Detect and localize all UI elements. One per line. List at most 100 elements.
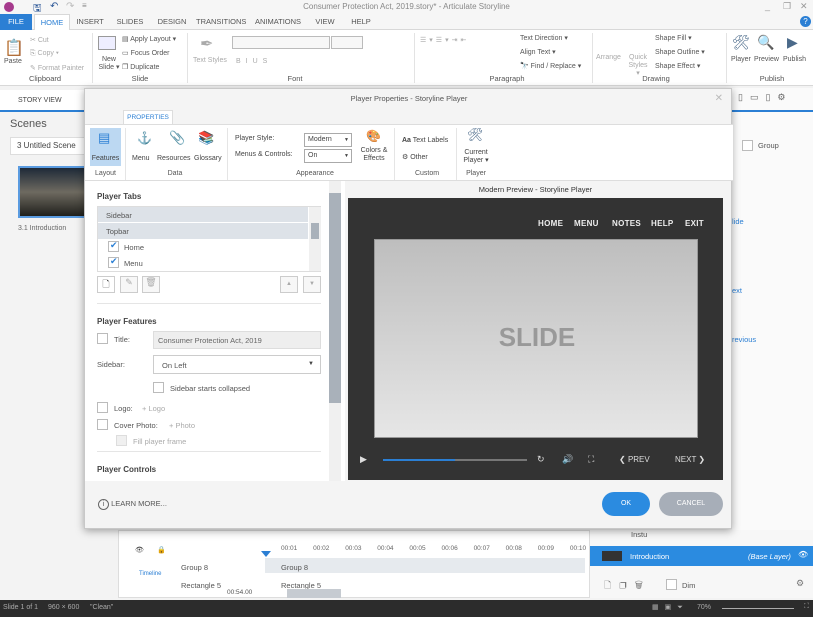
text-direction-button[interactable]: Text Direction ▾ (520, 34, 568, 42)
logo-checkbox[interactable] (97, 402, 108, 413)
font-size-select[interactable] (331, 36, 363, 49)
eye-icon[interactable]: 👁 (798, 550, 808, 559)
edit-tab-button[interactable]: ✎ (120, 276, 138, 293)
player-button[interactable]: Player (731, 56, 751, 63)
learn-more-link[interactable]: i LEARN MORE... (98, 499, 167, 510)
fullscreen-icon[interactable]: ⛶ (588, 454, 594, 465)
nav-help[interactable]: HELP (651, 219, 674, 228)
add-logo-link[interactable]: + Logo (142, 404, 165, 413)
nav-home[interactable]: HOME (538, 219, 563, 228)
gear-icon[interactable]: ⚙ (796, 578, 804, 589)
menus-controls-select[interactable]: On ▼ (304, 149, 352, 163)
base-layer-row[interactable]: Introduction (Base Layer) 👁 (590, 546, 813, 566)
add-photo-link[interactable]: + Photo (169, 421, 195, 430)
list-item[interactable]: Topbar (98, 223, 308, 239)
help-icon[interactable]: ? (800, 16, 811, 27)
sidebar-collapsed-checkbox[interactable] (153, 382, 164, 393)
horizontal-scrollbar[interactable] (287, 589, 341, 598)
scene-select[interactable]: 3 Untitled Scene (10, 137, 90, 155)
arrange-button[interactable]: Arrange (596, 54, 621, 61)
nav-notes[interactable]: NOTES (612, 219, 641, 228)
move-up-button[interactable]: ▲ (280, 276, 298, 293)
group-checkbox[interactable] (742, 140, 753, 151)
seek-bar[interactable] (383, 459, 527, 461)
duplicate-button[interactable]: ❐ Duplicate (122, 63, 159, 71)
shape-fill-button[interactable]: Shape Fill ▾ (655, 34, 692, 42)
zoom-slider[interactable] (722, 608, 794, 609)
preview-button[interactable]: Preview (754, 56, 779, 63)
tab-view[interactable]: VIEW (310, 14, 340, 30)
features-button[interactable]: ▤ Features (90, 128, 121, 166)
layer-action-icons[interactable]: 🗋❐🗑 (604, 578, 651, 594)
align-text-button[interactable]: Align Text ▾ (520, 48, 556, 56)
list-item[interactable]: Sidebar (98, 207, 308, 223)
layer-item[interactable]: Instu (631, 530, 647, 539)
cut-button[interactable]: ✂ Cut (30, 36, 49, 44)
tab-transitions[interactable]: TRANSITIONS (196, 14, 246, 30)
text-styles-button[interactable]: Text Styles (193, 57, 227, 64)
copy-button[interactable]: ⎘ Copy ▾ (30, 50, 59, 58)
next-button[interactable]: NEXT ❯ (675, 455, 705, 464)
menu-checkbox[interactable] (108, 256, 119, 268)
title-input[interactable]: Consumer Protection Act, 2019 (153, 331, 321, 349)
playhead-icon[interactable] (261, 551, 271, 557)
settings-scrollbar[interactable] (329, 181, 341, 481)
list-item[interactable]: Menu (98, 255, 308, 271)
find-replace-button[interactable]: 🔭 Find / Replace ▾ (520, 62, 581, 70)
trigger-link[interactable]: revious (732, 335, 756, 344)
cancel-button[interactable]: CANCEL (659, 492, 723, 516)
home-checkbox[interactable] (108, 240, 119, 252)
delete-tab-button[interactable]: 🗑 (142, 276, 160, 293)
dim-checkbox[interactable] (666, 579, 677, 590)
tab-properties[interactable]: PROPERTIES (123, 110, 173, 124)
focus-order-button[interactable]: ▭ Focus Order (122, 49, 169, 57)
cover-photo-checkbox[interactable] (97, 419, 108, 430)
device-view-icons[interactable]: ▯▭▯⚙ (738, 92, 792, 103)
sidebar-select[interactable]: On Left ▼ (153, 355, 321, 374)
scrollbar-thumb[interactable] (311, 223, 319, 239)
fill-frame-checkbox[interactable] (116, 435, 127, 446)
text-labels-button[interactable]: Aa Text Labels (402, 137, 448, 144)
tab-timeline[interactable]: Timeline (139, 571, 161, 577)
format-painter-button[interactable]: ✎ Format Painter (30, 64, 84, 72)
tab-insert[interactable]: INSERT (74, 14, 106, 30)
tab-design[interactable]: DESIGN (154, 14, 190, 30)
prev-button[interactable]: ❮ PREV (619, 455, 650, 464)
slide-thumbnail[interactable] (18, 166, 88, 218)
other-button[interactable]: ⚙ Other (402, 153, 428, 161)
title-checkbox[interactable] (97, 333, 108, 344)
new-tab-button[interactable]: 🗋 (97, 276, 115, 293)
new-slide-button[interactable]: New Slide ▾ (96, 56, 122, 72)
play-icon[interactable]: ▶ (360, 454, 367, 465)
resources-button[interactable]: Resources (157, 155, 190, 162)
font-format-buttons[interactable]: BIUS (236, 58, 272, 65)
nav-exit[interactable]: EXIT (685, 219, 704, 228)
publish-button[interactable]: Publish (783, 56, 806, 63)
glossary-button[interactable]: Glossary (194, 155, 222, 162)
player-style-select[interactable]: Modern ▼ (304, 133, 352, 147)
shape-outline-button[interactable]: Shape Outline ▾ (655, 48, 705, 56)
tab-home[interactable]: HOME (34, 14, 70, 30)
tab-slides[interactable]: SLIDES (112, 14, 148, 30)
close-icon[interactable]: ✕ (715, 93, 723, 104)
replay-icon[interactable]: ↻ (537, 454, 545, 465)
list-item[interactable]: Home (98, 239, 308, 255)
lock-icon[interactable]: 🔒 (157, 546, 166, 554)
tab-animations[interactable]: ANIMATIONS (254, 14, 302, 30)
minimize-button[interactable]: _ (765, 1, 770, 11)
view-mode-icons[interactable]: ▦▣⏷ (652, 603, 689, 612)
story-view-tab[interactable]: STORY VIEW (0, 90, 85, 112)
fit-icon[interactable]: ⛶ (804, 603, 809, 611)
trigger-link[interactable]: ext (732, 286, 742, 295)
shape-effect-button[interactable]: Shape Effect ▾ (655, 62, 700, 70)
list-scrollbar[interactable] (309, 207, 321, 271)
menu-button[interactable]: Menu (132, 155, 150, 162)
nav-menu[interactable]: MENU (574, 219, 599, 228)
maximize-button[interactable]: ❐ (783, 1, 791, 12)
font-family-select[interactable] (232, 36, 330, 49)
paste-button[interactable]: Paste (4, 58, 22, 65)
close-button[interactable]: ✕ (800, 1, 808, 12)
trigger-link[interactable]: lide (732, 217, 744, 226)
scrollbar-thumb[interactable] (329, 193, 341, 403)
colors-effects-button[interactable]: Colors & Effects (357, 147, 391, 163)
